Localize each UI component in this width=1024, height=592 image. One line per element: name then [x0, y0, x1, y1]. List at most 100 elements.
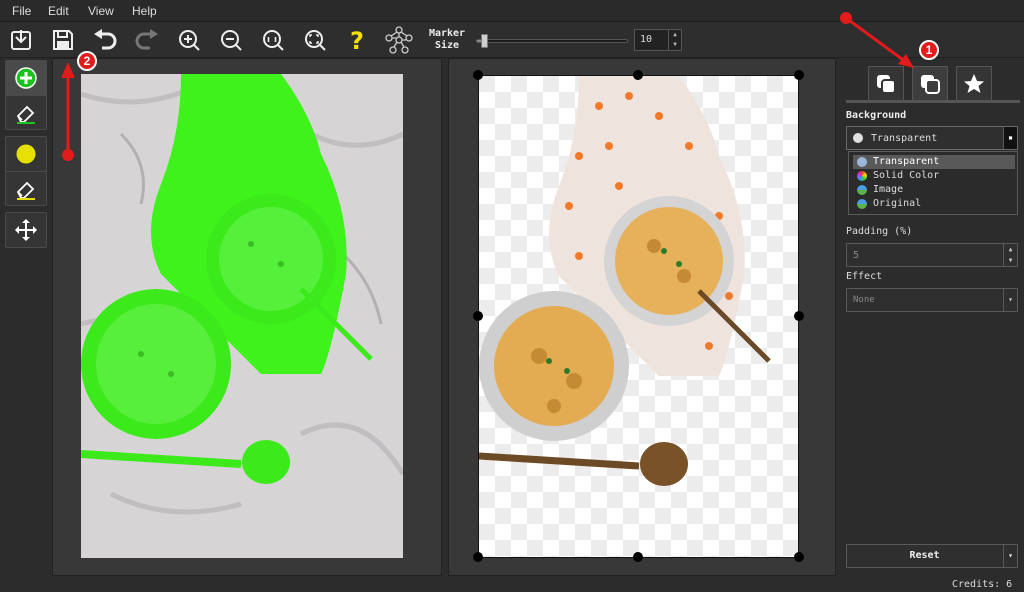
marker-size-spinbox[interactable]: 10 ▲ ▼	[634, 29, 682, 51]
result-photo	[479, 76, 798, 557]
marker-size-value: 10	[640, 34, 653, 45]
save-button[interactable]	[48, 25, 78, 55]
effect-dropdown[interactable]: None ▾	[846, 288, 1018, 312]
crop-handle-bottom-left[interactable]	[473, 552, 483, 562]
zoom-in-button[interactable]	[174, 25, 204, 55]
source-image-canvas[interactable]	[81, 74, 403, 558]
app-window: File Edit View Help ? Marker Size 10 ▲ ▼…	[0, 0, 1024, 592]
source-photo	[81, 74, 403, 558]
actual-size-button[interactable]	[258, 25, 288, 55]
padding-arrows[interactable]: ▲ ▼	[1003, 244, 1017, 266]
menu-file[interactable]: File	[12, 4, 31, 18]
background-options-list: Transparent Solid Color Image Original	[848, 151, 1018, 215]
annotation-badge-2: 2	[77, 51, 97, 71]
option-label: Transparent	[873, 156, 940, 167]
menubar: File Edit View Help	[0, 0, 1024, 22]
remove-tools-group	[5, 136, 47, 206]
eraser-yellow-icon	[16, 181, 35, 200]
tab-layers[interactable]	[868, 66, 904, 100]
save-icon	[53, 30, 73, 50]
reset-menu-arrow-icon[interactable]: ▾	[1003, 545, 1017, 567]
network-nodes-icon	[385, 26, 413, 54]
option-solid-color[interactable]: Solid Color	[853, 169, 1015, 183]
tool-palette	[3, 60, 47, 580]
effect-label: Effect	[846, 271, 883, 282]
option-image[interactable]: Image	[853, 183, 1015, 197]
remove-marker-tool[interactable]	[6, 137, 46, 171]
tab-underline	[846, 100, 1020, 103]
settings-sidebar: Background Transparent ▪ Transparent Sol…	[842, 58, 1024, 592]
dropdown-arrow-icon[interactable]: ▪	[1003, 127, 1017, 149]
original-icon	[857, 199, 867, 209]
crop-handle-top-left[interactable]	[473, 70, 483, 80]
slider-thumb[interactable]	[481, 34, 488, 48]
effect-selected: None	[853, 295, 875, 305]
copy-layers-icon	[921, 74, 940, 94]
crop-handle-bottom-right[interactable]	[794, 552, 804, 562]
option-original[interactable]: Original	[853, 197, 1015, 211]
option-label: Original	[873, 198, 922, 209]
option-label: Solid Color	[873, 170, 940, 181]
option-label: Image	[873, 184, 904, 195]
spin-arrows[interactable]: ▲ ▼	[668, 30, 681, 50]
marker-size-slider[interactable]	[476, 34, 628, 48]
zoom-out-icon	[221, 30, 242, 51]
move-icon	[15, 219, 37, 241]
star-icon	[964, 73, 984, 93]
move-tool[interactable]	[6, 213, 46, 247]
ai-detect-button[interactable]	[384, 25, 414, 55]
fit-to-screen-button[interactable]	[300, 25, 330, 55]
image-icon	[857, 185, 867, 195]
credits-counter: Credits: 6	[952, 579, 1013, 590]
actual-size-icon	[263, 30, 284, 51]
padding-label: Padding (%)	[846, 226, 913, 237]
padding-value: 5	[853, 250, 860, 261]
marker-size-label: Marker Size	[428, 28, 466, 51]
menu-edit[interactable]: Edit	[48, 4, 69, 18]
fit-screen-icon	[305, 30, 326, 51]
undo-icon	[94, 29, 117, 50]
crop-handle-top-right[interactable]	[794, 70, 804, 80]
menu-help[interactable]: Help	[132, 4, 157, 18]
remove-eraser-tool[interactable]	[6, 171, 46, 205]
background-dropdown[interactable]: Transparent ▪	[846, 126, 1018, 150]
padding-spinbox[interactable]: 5 ▲ ▼	[846, 243, 1018, 267]
keep-eraser-tool[interactable]	[6, 95, 46, 129]
chevron-down-icon[interactable]: ▾	[1003, 289, 1017, 311]
zoom-out-button[interactable]	[216, 25, 246, 55]
tab-effects[interactable]	[956, 66, 992, 100]
transparent-option-icon	[857, 157, 867, 167]
zoom-in-icon	[179, 30, 200, 51]
plus-circle-icon	[15, 67, 37, 89]
import-icon	[11, 30, 31, 50]
result-image-canvas[interactable]	[478, 75, 799, 558]
transparent-dot-icon	[853, 133, 863, 143]
yellow-circle-icon	[15, 143, 37, 165]
redo-button[interactable]	[132, 25, 162, 55]
import-button[interactable]	[6, 25, 36, 55]
crop-handle-left[interactable]	[473, 311, 483, 321]
question-mark-icon: ?	[350, 27, 364, 53]
svg-text:?: ?	[350, 27, 364, 53]
help-button[interactable]: ?	[342, 25, 372, 55]
toolbar: ? Marker Size 10 ▲ ▼	[0, 22, 1024, 58]
keep-marker-tool[interactable]	[6, 61, 46, 95]
reset-label: Reset	[909, 550, 940, 561]
reset-button[interactable]: Reset ▾	[846, 544, 1018, 568]
color-wheel-icon	[857, 171, 867, 181]
move-tools-group	[5, 212, 47, 248]
annotation-badge-1: 1	[919, 40, 939, 60]
menu-view[interactable]: View	[88, 4, 114, 18]
tab-background[interactable]	[912, 66, 948, 100]
layers-icon	[877, 74, 896, 94]
undo-button[interactable]	[90, 25, 120, 55]
crop-handle-right[interactable]	[794, 311, 804, 321]
eraser-icon	[16, 105, 35, 124]
crop-handle-bottom[interactable]	[633, 552, 643, 562]
background-label: Background	[846, 110, 907, 121]
redo-icon	[135, 29, 158, 50]
crop-handle-top[interactable]	[633, 70, 643, 80]
background-selected: Transparent	[871, 133, 938, 144]
mark-tools-group	[5, 60, 47, 130]
option-transparent[interactable]: Transparent	[853, 155, 1015, 169]
